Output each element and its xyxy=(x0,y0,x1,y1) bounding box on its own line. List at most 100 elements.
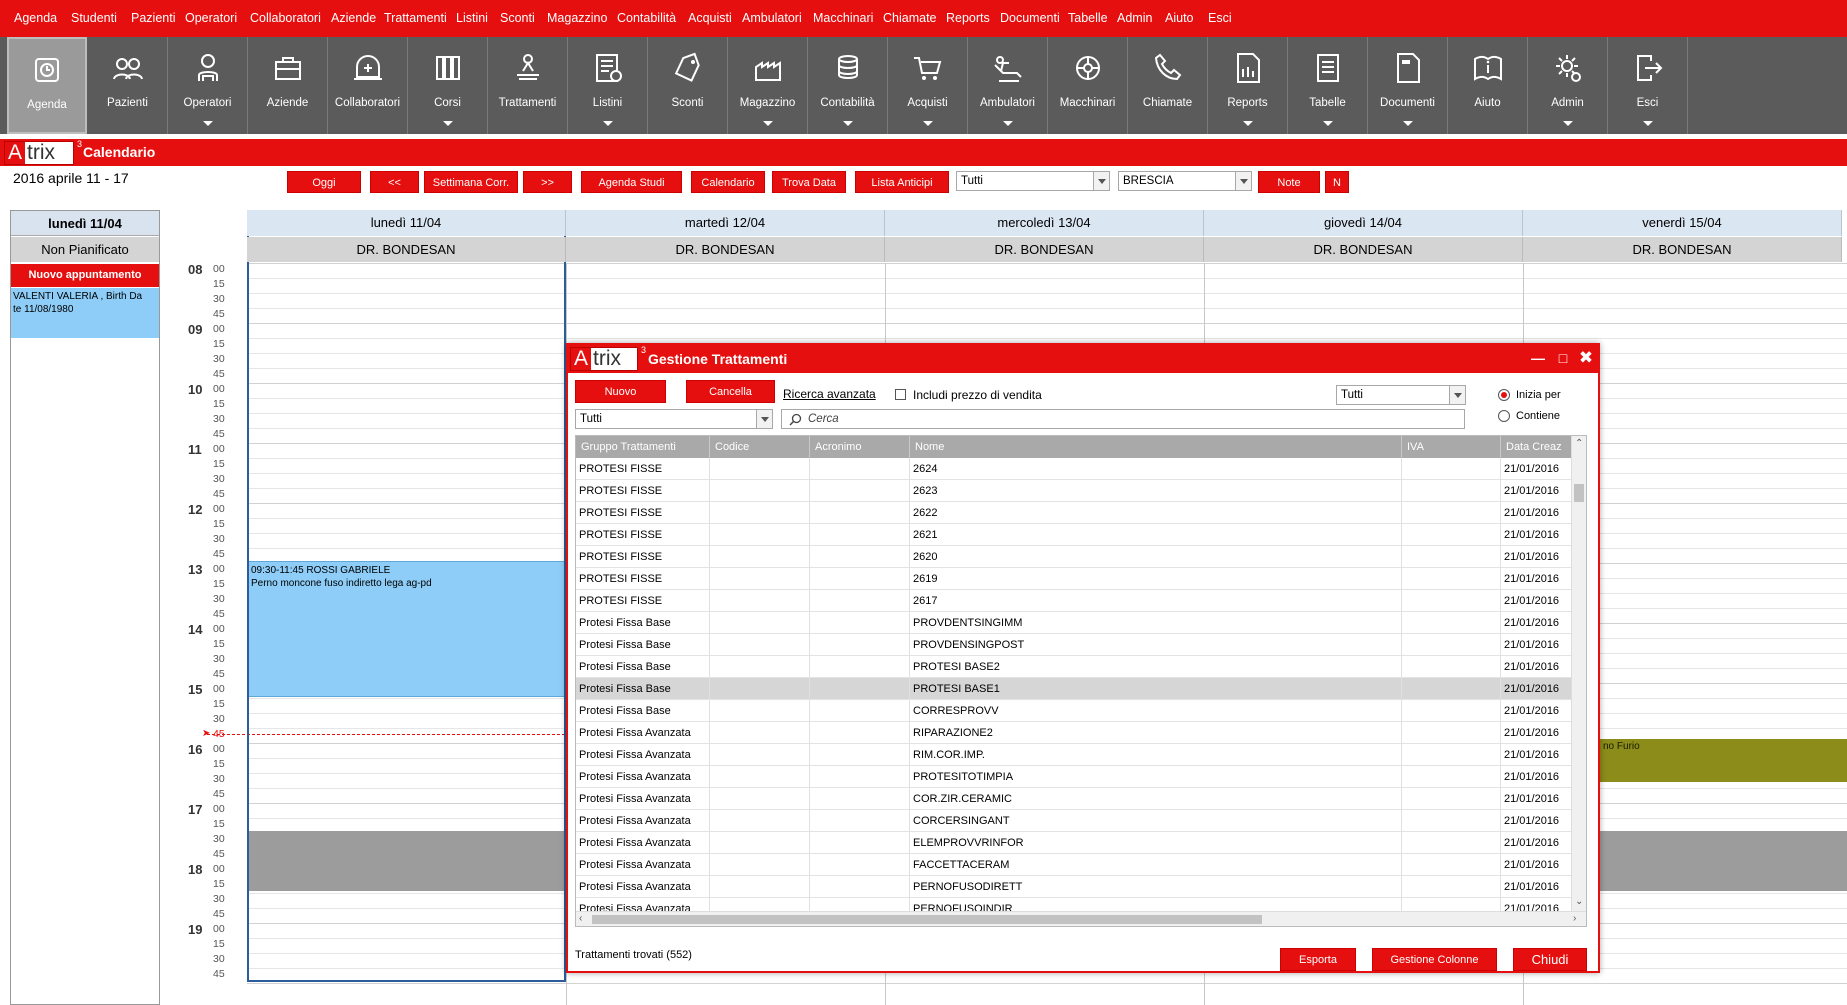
table-row[interactable]: PROTESI FISSE 2617 21/01/2016 xyxy=(576,590,1576,612)
menu-listini[interactable]: Listini xyxy=(456,11,488,25)
maximize-icon[interactable]: □ xyxy=(1553,348,1573,368)
chevron-down-icon[interactable] xyxy=(1093,172,1109,190)
table-row[interactable]: Protesi Fissa Avanzata CORCERSINGANT 21/01… xyxy=(576,810,1576,832)
esporta-button[interactable]: Esporta xyxy=(1280,948,1356,971)
day-header[interactable]: lunedì 11/04 xyxy=(247,210,566,236)
menu-pazienti[interactable]: Pazienti xyxy=(131,11,175,25)
dropdown-arrow-icon[interactable] xyxy=(202,121,213,126)
toolbar-documenti-button[interactable]: Documenti xyxy=(1368,37,1448,134)
appointment-friday[interactable]: no Furio xyxy=(1600,739,1847,782)
table-row[interactable]: PROTESI FISSE 2622 21/01/2016 xyxy=(576,502,1576,524)
day-header[interactable]: venerdì 15/04 xyxy=(1523,210,1842,236)
agenda-studi-button[interactable]: Agenda Studi xyxy=(581,171,682,193)
menu-acquisti[interactable]: Acquisti xyxy=(688,11,732,25)
menu-reports[interactable]: Reports xyxy=(946,11,990,25)
dropdown-arrow-icon[interactable] xyxy=(1562,121,1573,126)
horizontal-scrollbar[interactable]: ‹ › xyxy=(576,911,1586,926)
dropdown-arrow-icon[interactable] xyxy=(922,121,933,126)
table-row[interactable]: PROTESI FISSE 2620 21/01/2016 xyxy=(576,546,1576,568)
menu-esci[interactable]: Esci xyxy=(1208,11,1232,25)
category-filter-combo[interactable]: Tutti xyxy=(575,409,773,429)
toolbar-reports-button[interactable]: Reports xyxy=(1208,37,1288,134)
vertical-scrollbar[interactable]: ⌃ ⌄ xyxy=(1571,436,1586,912)
dropdown-arrow-icon[interactable] xyxy=(1322,121,1333,126)
new-appointment-button[interactable]: Nuovo appuntamento xyxy=(11,264,159,287)
menu-admin[interactable]: Admin xyxy=(1117,11,1152,25)
table-row[interactable]: Protesi Fissa Base PROTESI BASE2 21/01/201… xyxy=(576,656,1576,678)
toolbar-agenda-button[interactable]: Agenda xyxy=(7,37,87,134)
chevron-down-icon[interactable] xyxy=(1449,386,1465,404)
nuovo-button[interactable]: Nuovo xyxy=(575,380,666,403)
dropdown-arrow-icon[interactable] xyxy=(442,121,453,126)
toolbar-ambulatori-button[interactable]: Ambulatori xyxy=(968,37,1048,134)
lista-anticipi-button[interactable]: Lista Anticipi xyxy=(855,171,949,193)
today-button[interactable]: Oggi xyxy=(287,171,361,193)
menu-studenti[interactable]: Studenti xyxy=(71,11,117,25)
dropdown-arrow-icon[interactable] xyxy=(1242,121,1253,126)
search-input[interactable]: Cerca xyxy=(781,409,1465,429)
location-combo[interactable]: BRESCIA xyxy=(1118,171,1252,191)
table-row[interactable]: Protesi Fissa Base CORRESPROVV 21/01/2016 xyxy=(576,700,1576,722)
menu-collaboratori[interactable]: Collaboratori xyxy=(250,11,321,25)
radio-inizia-per[interactable] xyxy=(1498,389,1510,401)
unscheduled-appointment[interactable]: VALENTI VALERIA , Birth Da te 11/08/1980 xyxy=(11,288,159,338)
n-button[interactable]: N xyxy=(1325,171,1349,193)
dropdown-arrow-icon[interactable] xyxy=(1002,121,1013,126)
table-row[interactable]: Protesi Fissa Avanzata COR.ZIR.CERAMIC 21/… xyxy=(576,788,1576,810)
table-row[interactable]: Protesi Fissa Avanzata RIM.COR.IMP. 21/01/… xyxy=(576,744,1576,766)
scroll-up-icon[interactable]: ⌃ xyxy=(1575,438,1583,450)
dropdown-arrow-icon[interactable] xyxy=(1402,121,1413,126)
table-row[interactable]: PROTESI FISSE 2621 21/01/2016 xyxy=(576,524,1576,546)
table-row[interactable]: Protesi Fissa Avanzata ELEMPROVVRINFOR 21/… xyxy=(576,832,1576,854)
menu-trattamenti[interactable]: Trattamenti xyxy=(384,11,447,25)
scroll-thumb[interactable] xyxy=(1574,484,1584,502)
day-header[interactable]: mercoledì 13/04 xyxy=(885,210,1204,236)
chevron-down-icon[interactable] xyxy=(1235,172,1251,190)
table-row[interactable]: PROTESI FISSE 2619 21/01/2016 xyxy=(576,568,1576,590)
dropdown-arrow-icon[interactable] xyxy=(842,121,853,126)
toolbar-magazzino-button[interactable]: Magazzino xyxy=(728,37,808,134)
toolbar-collaboratori-button[interactable]: Collaboratori xyxy=(328,37,408,134)
table-row[interactable]: Protesi Fissa Avanzata PROTESITOTIMPIA 21/… xyxy=(576,766,1576,788)
column-header[interactable]: Acronimo xyxy=(810,436,910,458)
toolbar-aiuto-button[interactable]: Aiuto xyxy=(1448,37,1528,134)
chiudi-button[interactable]: Chiudi xyxy=(1513,948,1587,971)
table-row[interactable]: PROTESI FISSE 2624 21/01/2016 xyxy=(576,458,1576,480)
close-icon[interactable]: ✖ xyxy=(1576,348,1596,368)
table-row[interactable]: Protesi Fissa Base PROTESI BASE1 21/01/201… xyxy=(576,678,1576,700)
column-header[interactable]: Nome xyxy=(910,436,1402,458)
scroll-right-icon[interactable]: › xyxy=(1573,913,1576,925)
menu-sconti[interactable]: Sconti xyxy=(500,11,535,25)
table-row[interactable]: Protesi Fissa Avanzata PERNOFUSODIRETT 21/… xyxy=(576,876,1576,898)
prev-week-button[interactable]: << xyxy=(370,171,419,193)
toolbar-chiamate-button[interactable]: Chiamate xyxy=(1128,37,1208,134)
menu-ambulatori[interactable]: Ambulatori xyxy=(742,11,802,25)
menu-tabelle[interactable]: Tabelle xyxy=(1068,11,1108,25)
toolbar-macchinari-button[interactable]: Macchinari xyxy=(1048,37,1128,134)
toolbar-listini-button[interactable]: Listini xyxy=(568,37,648,134)
column-header[interactable]: Gruppo Trattamenti xyxy=(576,436,710,458)
radio-contiene[interactable] xyxy=(1498,410,1510,422)
appointment-rossi[interactable]: 09:30-11:45 ROSSI GABRIELE Perno moncone… xyxy=(247,561,565,697)
column-header[interactable]: Data Creaz xyxy=(1501,436,1576,458)
menu-documenti[interactable]: Documenti xyxy=(1000,11,1060,25)
toolbar-corsi-button[interactable]: Corsi xyxy=(408,37,488,134)
current-week-button[interactable]: Settimana Corr. xyxy=(424,171,518,193)
toolbar-admin-button[interactable]: Admin xyxy=(1528,37,1608,134)
dropdown-arrow-icon[interactable] xyxy=(762,121,773,126)
table-row[interactable]: PROTESI FISSE 2623 21/01/2016 xyxy=(576,480,1576,502)
toolbar-pazienti-button[interactable]: Pazienti xyxy=(88,37,168,134)
advanced-search-link[interactable]: Ricerca avanzata xyxy=(783,387,876,401)
chevron-down-icon[interactable] xyxy=(756,410,772,428)
toolbar-aziende-button[interactable]: Aziende xyxy=(248,37,328,134)
scroll-left-icon[interactable]: ‹ xyxy=(579,913,582,925)
table-row[interactable]: Protesi Fissa Base PROVDENTSINGIMM 21/01/2… xyxy=(576,612,1576,634)
filter-combo-tutti[interactable]: Tutti xyxy=(956,171,1110,191)
note-button[interactable]: Note xyxy=(1258,171,1320,193)
menu-aiuto[interactable]: Aiuto xyxy=(1165,11,1194,25)
scroll-down-icon[interactable]: ⌄ xyxy=(1575,896,1583,908)
day-header[interactable]: giovedì 14/04 xyxy=(1204,210,1523,236)
menu-aziende[interactable]: Aziende xyxy=(331,11,376,25)
gestione-colonne-button[interactable]: Gestione Colonne xyxy=(1372,948,1497,971)
toolbar-operatori-button[interactable]: Operatori xyxy=(168,37,248,134)
